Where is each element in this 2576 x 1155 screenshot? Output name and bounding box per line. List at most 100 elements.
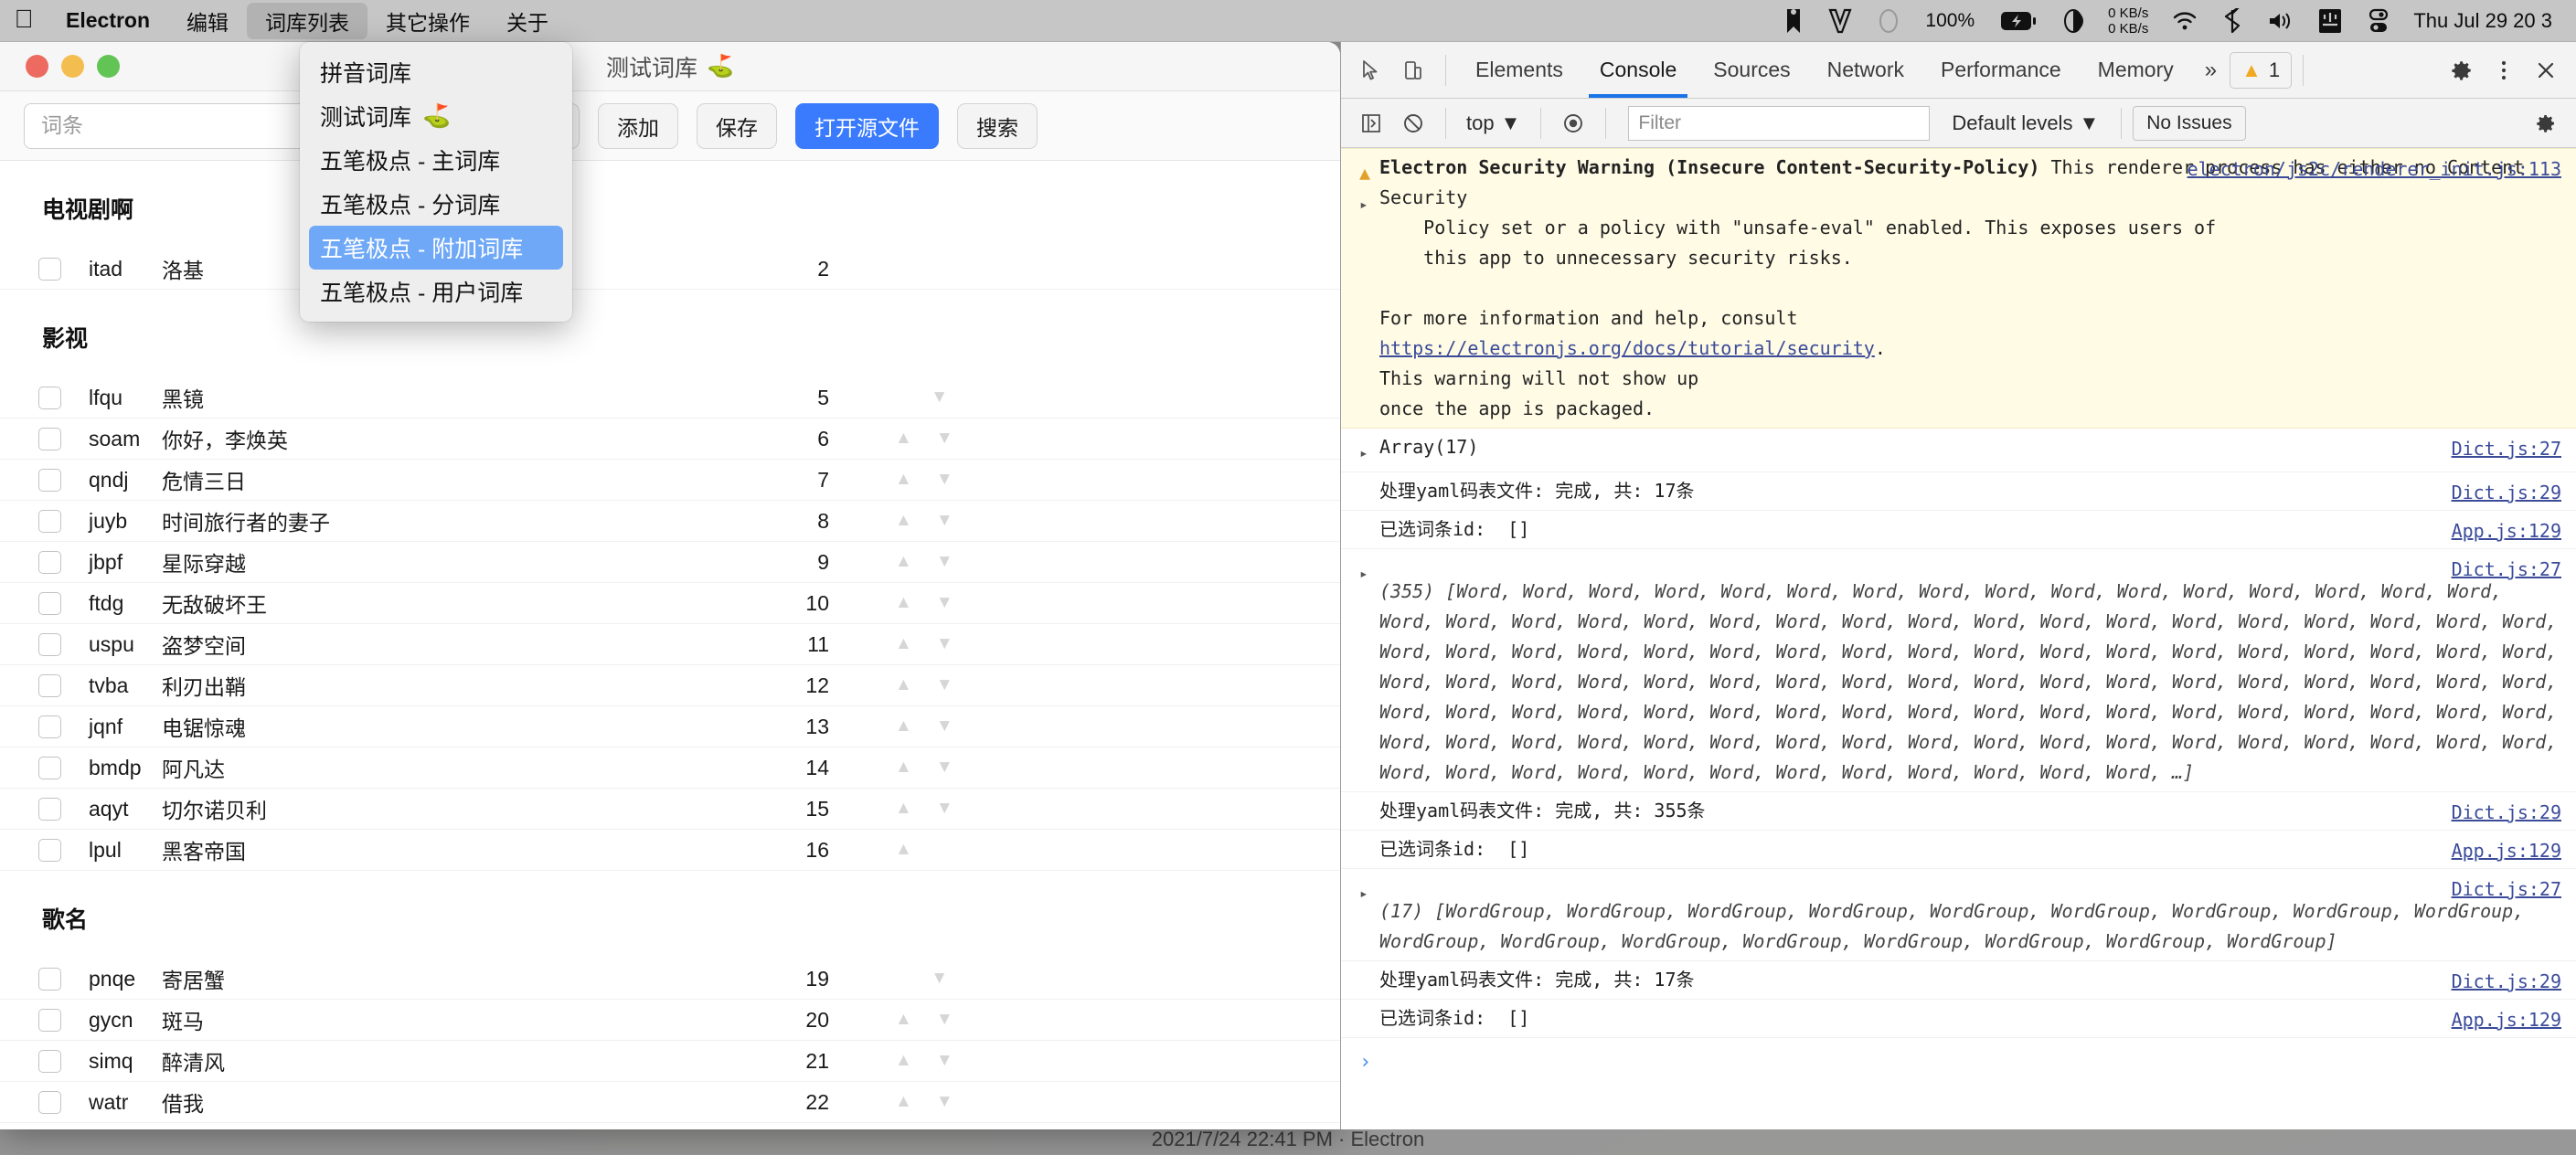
move-down-icon[interactable] (936, 1092, 953, 1112)
console-source-link[interactable]: electron/js2c/renderer_init.js:113 (2187, 154, 2561, 185)
row-checkbox[interactable] (38, 550, 61, 574)
console-source-link[interactable]: Dict.js:27 (2452, 434, 2561, 464)
row-checkbox[interactable] (38, 1090, 61, 1114)
move-down-icon[interactable] (936, 470, 953, 490)
row-arrows[interactable] (829, 552, 948, 572)
volume-icon[interactable] (2254, 0, 2305, 42)
move-down-icon[interactable] (936, 758, 953, 778)
table-row[interactable]: soam 你好，李焕英 6 (0, 419, 1340, 460)
row-arrows[interactable] (829, 969, 948, 989)
row-arrows[interactable] (829, 1010, 948, 1030)
table-row[interactable]: watr 借我 22 (0, 1082, 1340, 1123)
dropdown-item[interactable]: 五笔极点 - 分词库 (300, 182, 572, 226)
row-checkbox[interactable] (38, 797, 61, 821)
row-checkbox[interactable] (38, 509, 61, 533)
apple-logo-icon[interactable]:  (0, 6, 48, 35)
move-up-icon[interactable] (895, 716, 912, 736)
no-issues-button[interactable]: No Issues (2133, 105, 2246, 141)
inspect-element-icon[interactable] (1350, 49, 1392, 91)
row-arrows[interactable] (829, 1051, 948, 1071)
table-row[interactable]: aqyt 切尔诺贝利 15 (0, 789, 1340, 830)
console-entry[interactable]: 已选词条id: [] App.js:129 (1341, 831, 2576, 869)
console-source-link[interactable]: Dict.js:27 (2452, 874, 2561, 905)
console-source-link[interactable]: Dict.js:29 (2452, 798, 2561, 828)
console-entry[interactable]: ▸ (17) [WordGroup, WordGroup, WordGroup, … (1341, 869, 2576, 961)
console-source-link[interactable]: App.js:129 (2452, 1005, 2561, 1035)
tab-performance[interactable]: Performance (1922, 43, 2080, 98)
console-prompt[interactable]: › (1341, 1038, 2576, 1086)
live-expression-eye-icon[interactable] (1552, 103, 1594, 143)
row-checkbox[interactable] (38, 591, 61, 615)
expand-arrow-icon[interactable]: ▸ (1359, 873, 1379, 957)
table-row[interactable]: pnqe 寄居蟹 19 (0, 959, 1340, 1000)
row-arrows[interactable] (829, 511, 948, 531)
console-source-link[interactable]: Dict.js:29 (2452, 478, 2561, 508)
row-checkbox[interactable] (38, 756, 61, 779)
move-up-icon[interactable] (895, 675, 912, 695)
row-arrows[interactable] (829, 758, 948, 778)
row-checkbox[interactable] (38, 427, 61, 450)
console-entry[interactable]: 处理yaml码表文件: 完成, 共: 355条 Dict.js:29 (1341, 792, 2576, 831)
js-context-selector[interactable]: top ▼ (1457, 111, 1529, 135)
dropdown-item[interactable]: 拼音词库 (300, 50, 572, 94)
table-row[interactable]: gycn 斑马 20 (0, 1000, 1340, 1041)
move-down-icon[interactable] (936, 799, 953, 819)
console-entry[interactable]: 已选词条id: [] App.js:129 (1341, 511, 2576, 549)
circle-status-icon[interactable] (1865, 0, 1912, 42)
open-source-file-button[interactable]: 打开源文件 (795, 102, 939, 149)
move-down-icon[interactable] (936, 1010, 953, 1030)
tab-network[interactable]: Network (1809, 43, 1922, 98)
search-button[interactable]: 搜索 (957, 102, 1038, 149)
network-speed-indicator[interactable]: 0 KB/s 0 KB/s (2097, 5, 2159, 37)
log-levels-selector[interactable]: Default levels ▼ (1941, 111, 2110, 135)
move-up-icon[interactable] (895, 634, 912, 654)
input-method-icon[interactable] (2305, 0, 2355, 42)
tab-memory[interactable]: Memory (2080, 43, 2192, 98)
move-up-icon[interactable] (895, 552, 912, 572)
row-checkbox[interactable] (38, 838, 61, 862)
table-row[interactable]: qndj 危情三日 7 (0, 460, 1340, 501)
console-sidebar-toggle-icon[interactable] (1350, 103, 1392, 143)
dict-list-dropdown-menu[interactable]: 拼音词库 测试词库 ⛳ 五笔极点 - 主词库 五笔极点 - 分词库 五笔极点 - 附加词库… (300, 42, 572, 322)
row-checkbox[interactable] (38, 257, 61, 281)
dropdown-item[interactable]: 测试词库 ⛳ (300, 94, 572, 138)
move-up-icon[interactable] (895, 1051, 912, 1071)
table-row[interactable]: bmdp 阿凡达 14 (0, 747, 1340, 789)
row-arrows[interactable] (829, 799, 948, 819)
console-entry[interactable]: 处理yaml码表文件: 完成, 共: 17条 Dict.js:29 (1341, 961, 2576, 1000)
row-arrows[interactable] (829, 716, 948, 736)
console-entry[interactable]: 已选词条id: [] App.js:129 (1341, 1000, 2576, 1038)
console-source-link[interactable]: App.js:129 (2452, 836, 2561, 866)
move-up-icon[interactable] (895, 799, 912, 819)
control-center-icon[interactable] (2355, 0, 2402, 42)
console-source-link[interactable]: Dict.js:27 (2452, 555, 2561, 585)
row-checkbox[interactable] (38, 632, 61, 656)
table-row[interactable]: lfqu 黑镜 5 (0, 377, 1340, 419)
console-warning-entry[interactable]: ▲▸ Electron Security Warning (Insecure Co… (1341, 148, 2576, 429)
table-row[interactable]: ftdg 无敌破坏王 10 (0, 583, 1340, 624)
bluetooth-icon[interactable] (2210, 0, 2254, 42)
expand-arrow-icon[interactable]: ▸ (1359, 553, 1379, 788)
table-row[interactable]: jqnf 电锯惊魂 13 (0, 706, 1340, 747)
move-down-icon[interactable] (936, 1051, 953, 1071)
table-row[interactable]: tvba 利刃出鞘 12 (0, 665, 1340, 706)
tab-console[interactable]: Console (1581, 43, 1695, 98)
move-down-icon[interactable] (936, 552, 953, 572)
move-down-icon[interactable] (936, 429, 953, 449)
more-tabs-icon[interactable]: » (2192, 58, 2230, 83)
move-up-icon[interactable] (895, 470, 912, 490)
bookmark-icon[interactable] (1772, 0, 1815, 42)
table-row[interactable]: itad 洛基 2 (0, 249, 1340, 290)
security-docs-link[interactable]: https://electronjs.org/docs/tutorial/sec… (1379, 337, 1875, 359)
menu-item-about[interactable]: 关于 (488, 0, 567, 42)
time-machine-icon[interactable] (2049, 0, 2097, 42)
row-checkbox[interactable] (38, 1049, 61, 1073)
tab-elements[interactable]: Elements (1457, 43, 1581, 98)
table-row[interactable]: jbpf 星际穿越 9 (0, 542, 1340, 583)
devtools-more-options-icon[interactable] (2483, 49, 2525, 91)
row-arrows[interactable] (829, 1092, 948, 1112)
console-output[interactable]: ▲▸ Electron Security Warning (Insecure Co… (1341, 148, 2576, 1129)
move-down-icon[interactable] (931, 387, 948, 408)
expand-arrow-icon[interactable]: ▸ (1359, 432, 1379, 468)
move-up-icon[interactable] (895, 840, 912, 860)
